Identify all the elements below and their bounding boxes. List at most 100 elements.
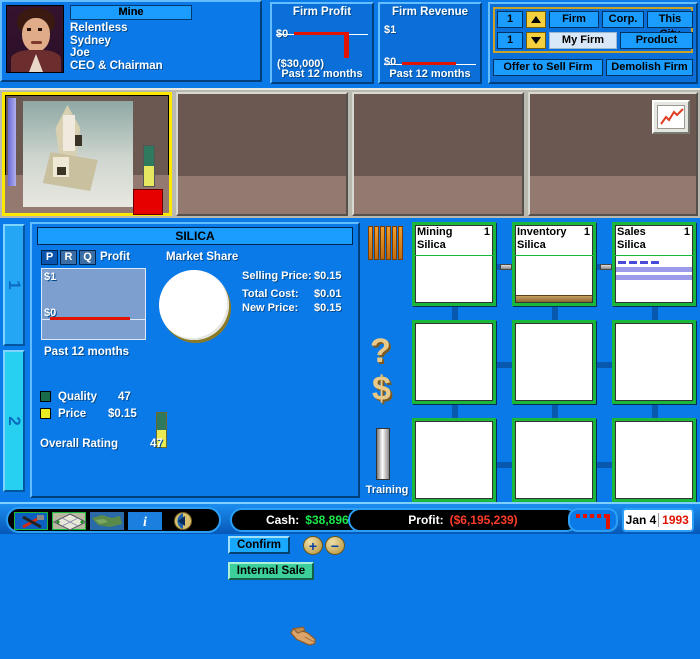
tab-revenue-r[interactable]: R bbox=[60, 250, 77, 265]
internal-sale-button[interactable]: Internal Sale bbox=[228, 562, 314, 580]
trend-chart-icon[interactable] bbox=[652, 100, 690, 134]
info-icon[interactable]: i bbox=[128, 512, 162, 530]
ceo-info-lines: Relentless Sydney Joe CEO & Chairman bbox=[70, 22, 200, 72]
ceo-name-banner[interactable]: Mine bbox=[70, 5, 192, 20]
factory-cell-empty-9[interactable] bbox=[612, 418, 696, 502]
up-arrow-icon[interactable] bbox=[526, 11, 546, 28]
new-price-label: New Price: bbox=[242, 302, 299, 314]
bottom-toolbar: i Cash: $38,896,600 Profit: ($6,195,239) bbox=[0, 502, 700, 534]
overall-rating-value: 47 bbox=[150, 438, 163, 450]
quality-label: Quality bbox=[58, 391, 97, 403]
factory-cell-empty-4[interactable] bbox=[412, 320, 496, 404]
building-slot-strip bbox=[0, 88, 700, 218]
offer-to-sell-firm-button[interactable]: Offer to Sell Firm bbox=[493, 59, 603, 76]
cell-count-mining: 1 bbox=[483, 226, 490, 238]
ceo-line-4: CEO & Chairman bbox=[70, 59, 163, 72]
level-number-top[interactable]: 1 bbox=[497, 11, 523, 28]
cell-count-sales: 1 bbox=[683, 226, 690, 238]
selling-price-value: $0.15 bbox=[314, 270, 342, 282]
training-slider[interactable] bbox=[376, 428, 390, 480]
svg-text:i: i bbox=[143, 515, 147, 530]
date-display: Jan 4 1993 bbox=[622, 508, 694, 532]
slot-status-box bbox=[133, 189, 163, 215]
factory-cell-inventory[interactable]: Inventory 1 Silica bbox=[512, 222, 596, 306]
pointing-hand-cursor-icon bbox=[285, 618, 321, 654]
product-title: SILICA bbox=[37, 227, 353, 245]
cell-count-inventory: 1 bbox=[583, 226, 590, 238]
price-swatch bbox=[40, 408, 51, 419]
side-tab-2[interactable]: 2 bbox=[3, 350, 25, 492]
factory-icon-column: ? $ Training bbox=[362, 222, 412, 498]
factory-cell-empty-8[interactable] bbox=[512, 418, 596, 502]
product-chart-footer: Past 12 months bbox=[44, 346, 129, 358]
building-slot-empty-1[interactable] bbox=[176, 92, 348, 216]
date-year: 1993 bbox=[658, 513, 692, 527]
decrease-price-button[interactable]: − bbox=[325, 536, 345, 555]
factory-cell-empty-6[interactable] bbox=[612, 320, 696, 404]
scope-button-corp[interactable]: Corp. bbox=[602, 11, 644, 28]
plus-icon: + bbox=[308, 537, 318, 554]
building-slot-empty-3[interactable] bbox=[528, 92, 698, 216]
firm-revenue-top-label: $1 bbox=[384, 24, 397, 36]
game-speed-control[interactable] bbox=[568, 508, 618, 532]
silica-crystal-thumbnail bbox=[23, 101, 133, 207]
ceo-line-1: Relentless bbox=[70, 22, 128, 34]
ceo-portrait-icon bbox=[6, 5, 64, 73]
help-question-icon[interactable]: ? bbox=[370, 332, 391, 371]
building-slot-selected[interactable] bbox=[2, 92, 172, 216]
factory-cell-sales[interactable]: Sales 1 Silica bbox=[612, 222, 696, 306]
side-tab-1-label: 1 bbox=[5, 280, 24, 290]
down-arrow-icon[interactable] bbox=[526, 32, 546, 49]
world-map-icon[interactable] bbox=[90, 512, 124, 530]
price-value: $0.15 bbox=[108, 408, 137, 420]
tab-profit-p[interactable]: P bbox=[41, 250, 58, 265]
scope-button-product[interactable]: Product bbox=[620, 32, 693, 49]
level-number-bottom[interactable]: 1 bbox=[497, 32, 523, 49]
game-window: Mine Relentless Sydney Joe CEO & Chairma… bbox=[0, 0, 700, 646]
ceo-line-3: Joe bbox=[70, 47, 90, 60]
cell-product-inventory: Silica bbox=[517, 239, 546, 251]
demolish-firm-button[interactable]: Demolish Firm bbox=[606, 59, 693, 76]
building-slot-empty-2[interactable] bbox=[352, 92, 524, 216]
crates-icon[interactable] bbox=[368, 226, 404, 266]
scope-button-my-firm[interactable]: My Firm bbox=[549, 32, 617, 49]
side-tab-1[interactable]: 1 bbox=[3, 224, 25, 346]
cash-label: Cash: bbox=[265, 513, 300, 527]
product-chart-top-label: $1 bbox=[44, 271, 57, 283]
tab-quantity-q[interactable]: Q bbox=[79, 250, 96, 265]
total-cost-label: Total Cost: bbox=[242, 288, 299, 300]
increase-price-button[interactable]: + bbox=[303, 536, 323, 555]
date-day: Jan 4 bbox=[625, 513, 657, 527]
quality-value: 47 bbox=[118, 391, 131, 403]
confirm-button[interactable]: Confirm bbox=[228, 536, 290, 554]
profit-value: ($6,195,239) bbox=[449, 513, 518, 527]
selling-price-label: Selling Price: bbox=[242, 270, 312, 282]
cell-product-mining: Silica bbox=[417, 239, 446, 251]
firm-controls-panel: 1 Firm Corp. This City 1 My Firm Product… bbox=[488, 2, 698, 84]
ceo-line-2: Sydney bbox=[70, 34, 111, 47]
money-dollar-icon[interactable]: $ bbox=[372, 370, 391, 409]
firm-profit-title: Firm Profit bbox=[292, 6, 352, 18]
cell-product-sales: Silica bbox=[617, 239, 646, 251]
tools-hammer-icon[interactable] bbox=[14, 512, 48, 530]
scope-selector-group: 1 Firm Corp. This City 1 My Firm Product bbox=[493, 7, 693, 53]
factory-cell-empty-7[interactable] bbox=[412, 418, 496, 502]
price-label: Price bbox=[58, 408, 87, 420]
firm-profit-chart: $0 bbox=[276, 20, 368, 60]
new-price-value: $0.15 bbox=[314, 302, 342, 314]
firm-profit-panel[interactable]: Firm Profit $0 ($30,000) Past 12 months bbox=[270, 2, 374, 84]
back-arrow-icon[interactable] bbox=[166, 512, 200, 530]
factory-cell-empty-5[interactable] bbox=[512, 320, 596, 404]
ceo-panel[interactable]: Mine Relentless Sydney Joe CEO & Chairma… bbox=[0, 0, 695, 82]
firm-revenue-panel[interactable]: Firm Revenue $1 $0 Past 12 months bbox=[378, 2, 482, 84]
tool-button-cluster: i bbox=[6, 507, 221, 533]
factory-cell-mining[interactable]: Mining 1 Silica bbox=[412, 222, 496, 306]
market-share-label: Market Share bbox=[166, 251, 239, 263]
scope-button-firm[interactable]: Firm bbox=[549, 11, 599, 28]
product-detail-panel: SILICA P R Q Profit Market Share $1 $0 P… bbox=[30, 222, 360, 498]
market-share-pie bbox=[159, 270, 229, 340]
firm-revenue-chart: $1 $0 bbox=[384, 20, 476, 68]
scope-button-this-city[interactable]: This City bbox=[647, 11, 693, 40]
city-grid-icon[interactable] bbox=[52, 512, 88, 531]
total-cost-value: $0.01 bbox=[314, 288, 342, 300]
